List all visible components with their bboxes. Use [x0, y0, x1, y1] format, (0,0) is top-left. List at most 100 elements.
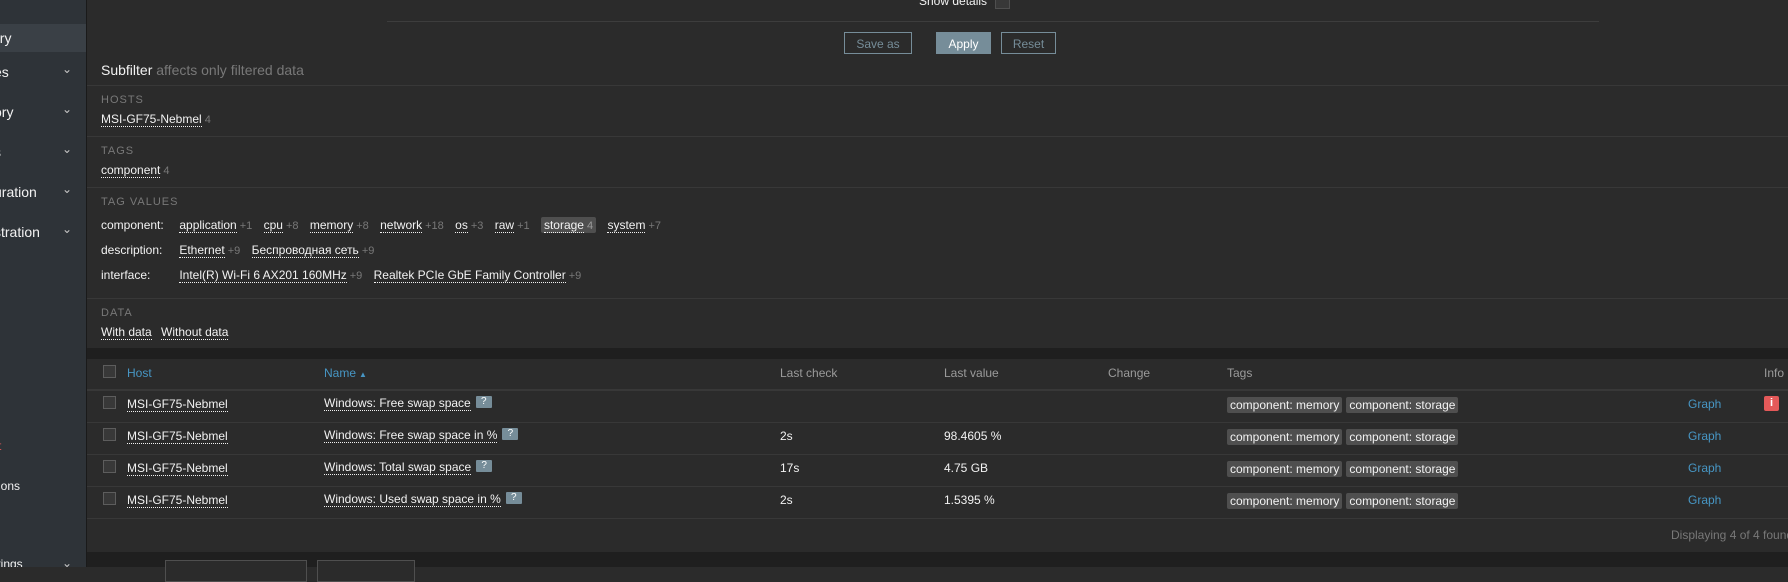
item-name-link[interactable]: Windows: Used swap space in % — [324, 492, 501, 507]
subfilter-count: 4 — [204, 114, 211, 126]
last-check: 2s — [780, 493, 793, 507]
tag-value-link[interactable]: Беспроводная сеть — [251, 243, 359, 258]
subfilter-count: +9 — [349, 270, 363, 282]
help-icon[interactable]: ? — [505, 492, 522, 504]
tag-value-link[interactable]: network — [380, 218, 423, 233]
tag-value-link[interactable]: memory — [309, 218, 354, 233]
host-link[interactable]: MSI-GF75-Nebmel — [127, 429, 228, 444]
tag-badge[interactable]: component: storage — [1346, 429, 1459, 445]
sidebar-item-configuration[interactable]: uration ⌄ — [0, 178, 86, 206]
row-checkbox[interactable] — [103, 492, 116, 505]
tag-badge[interactable]: component: storage — [1346, 493, 1459, 509]
apply-button[interactable]: Apply — [936, 32, 991, 54]
tag-badge[interactable]: component: memory — [1227, 461, 1343, 477]
sidebar-item-inventory-menu[interactable]: ory ⌄ — [0, 98, 86, 126]
chevron-down-icon: ⌄ — [62, 182, 73, 196]
sidebar-item-label: s — [0, 144, 1, 160]
tag-badge[interactable]: component: storage — [1346, 397, 1459, 413]
sort-ascending-icon: ▲ — [359, 370, 367, 379]
tag-values-row-component: component: application +1 cpu +8 memory +8 … — [101, 217, 669, 233]
sidebar-sub-item-integrations[interactable]: ions — [0, 479, 20, 493]
subfilter-count: +1 — [239, 220, 253, 232]
hosts-list: MSI-GF75-Nebmel 4 — [101, 112, 211, 127]
subfilter-host-link[interactable]: MSI-GF75-Nebmel — [101, 112, 202, 127]
subfilter-title: Subfilter affects only filtered data — [101, 62, 304, 78]
sidebar-item-label: ory — [0, 104, 14, 120]
tag-values-row-description: description: Ethernet +9 Беспроводная сет… — [101, 243, 382, 258]
help-icon[interactable]: ? — [502, 428, 519, 440]
host-link[interactable]: MSI-GF75-Nebmel — [127, 493, 228, 508]
row-checkbox[interactable] — [103, 460, 116, 473]
tag-value-link[interactable]: Intel(R) Wi-Fi 6 AX201 160MHz — [179, 268, 347, 283]
sidebar-item-inventory[interactable]: ory — [0, 24, 86, 52]
subfilter-count: +8 — [356, 220, 369, 232]
sidebar-sub-item-support[interactable]: t — [0, 439, 1, 453]
tag-badge[interactable]: component: memory — [1227, 397, 1343, 413]
mass-action-button-secondary[interactable] — [317, 560, 415, 582]
tag-value-link[interactable]: cpu — [263, 218, 283, 233]
sidebar-item-administration[interactable]: stration ⌄ — [0, 218, 86, 246]
subfilter-count: +9 — [568, 270, 582, 282]
sidebar-item-services[interactable]: es ⌄ — [0, 58, 86, 86]
row-checkbox[interactable] — [103, 396, 116, 409]
tag-value-selected[interactable]: storage 4 — [540, 217, 597, 233]
subfilter-count: +9 — [361, 245, 375, 257]
reset-button[interactable]: Reset — [1001, 32, 1056, 54]
tag-badge[interactable]: component: memory — [1227, 429, 1343, 445]
column-header-last-check: Last check — [780, 366, 838, 380]
graph-link[interactable]: Graph — [1688, 493, 1721, 507]
main-content: Show details Save as Apply Reset Subfilt… — [87, 0, 1788, 582]
graph-link[interactable]: Graph — [1688, 461, 1721, 475]
tag-name-label: component: — [101, 218, 164, 232]
subfilter-count: 4 — [163, 165, 170, 177]
column-header-name[interactable]: Name ▲ — [324, 366, 367, 380]
last-check: 17s — [780, 461, 800, 475]
mass-action-button[interactable] — [165, 560, 307, 582]
chevron-down-icon: ⌄ — [62, 102, 73, 116]
column-header-host[interactable]: Host — [127, 366, 152, 380]
save-as-button[interactable]: Save as — [844, 32, 912, 54]
tag-badge[interactable]: component: memory — [1227, 493, 1343, 509]
column-header-info: Info — [1764, 366, 1785, 380]
error-info-icon[interactable]: i — [1764, 396, 1779, 411]
sidebar-item-label: ttings — [0, 557, 23, 567]
tag-value-link[interactable]: os — [455, 218, 468, 233]
subfilter-subtitle: affects only filtered data — [156, 62, 304, 78]
with-data-link[interactable]: With data — [101, 325, 152, 340]
item-name-link[interactable]: Windows: Free swap space — [324, 396, 471, 411]
tag-badge[interactable]: component: storage — [1346, 461, 1459, 477]
section-separator — [87, 348, 1788, 358]
row-checkbox[interactable] — [103, 428, 116, 441]
hosts-heading: HOSTS — [101, 94, 144, 106]
chevron-down-icon: ⌄ — [62, 62, 73, 76]
host-link[interactable]: MSI-GF75-Nebmel — [127, 397, 228, 412]
show-details-control[interactable]: Show details — [919, 0, 1011, 10]
tag-value-link[interactable]: application — [179, 218, 237, 233]
tag-value-link[interactable]: raw — [494, 218, 515, 233]
without-data-link[interactable]: Without data — [161, 325, 229, 340]
show-details-checkbox[interactable] — [995, 0, 1011, 10]
graph-link[interactable]: Graph — [1688, 429, 1721, 443]
tag-value-link[interactable]: storage — [543, 218, 584, 233]
tag-values-row-interface: interface: Intel(R) Wi-Fi 6 AX201 160MHz… — [101, 268, 589, 283]
tag-name-label: interface: — [101, 268, 151, 282]
item-name-link[interactable]: Windows: Free swap space in % — [324, 428, 498, 443]
subfilter-tag-link[interactable]: component — [101, 163, 161, 178]
sidebar-item-user-settings[interactable]: ttings ⌄ — [0, 552, 86, 567]
tag-value-link[interactable]: system — [607, 218, 646, 233]
graph-link[interactable]: Graph — [1688, 397, 1721, 411]
item-tags: component: memory component: storage — [1227, 461, 1462, 477]
item-tags: component: memory component: storage — [1227, 493, 1462, 509]
last-value: 4.75 GB — [944, 461, 989, 475]
column-header-change: Change — [1108, 366, 1151, 380]
item-name-link[interactable]: Windows: Total swap space — [324, 460, 472, 475]
select-all-checkbox[interactable] — [103, 365, 116, 378]
host-link[interactable]: MSI-GF75-Nebmel — [127, 461, 228, 476]
sidebar-item-label: es — [0, 64, 9, 80]
tag-value-link[interactable]: Ethernet — [179, 243, 225, 258]
help-icon[interactable]: ? — [475, 396, 492, 408]
help-icon[interactable]: ? — [476, 460, 493, 472]
tag-value-link[interactable]: Realtek PCIe GbE Family Controller — [373, 268, 566, 283]
sidebar-item-label: ory — [0, 30, 12, 46]
sidebar-item-reports[interactable]: s ⌄ — [0, 138, 86, 166]
